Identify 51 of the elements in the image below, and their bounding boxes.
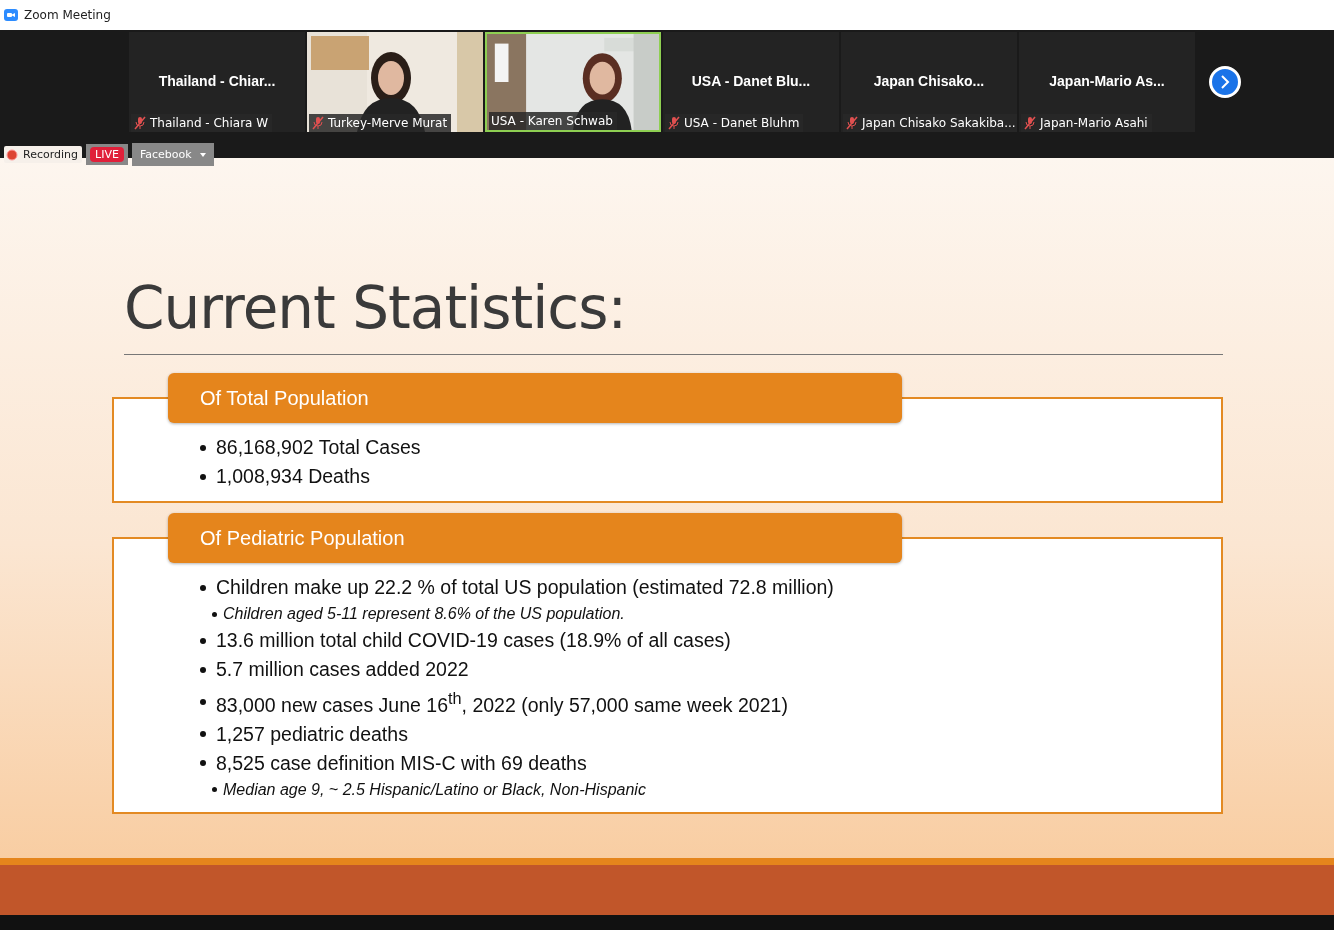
window-title: Zoom Meeting <box>24 8 111 22</box>
slide-title: Current Statistics: <box>124 274 627 342</box>
bullet-icon <box>200 637 206 644</box>
participant-label: Thailand - Chiara W <box>131 114 273 132</box>
participant-label: USA - Karen Schwab <box>489 112 617 130</box>
bullet-point: 5.7 million cases added 2022 <box>200 655 1221 684</box>
next-page-button[interactable] <box>1209 66 1241 98</box>
section-header: Of Pediatric Population <box>168 513 902 563</box>
bullet-icon <box>200 444 206 451</box>
bullet-icon <box>212 611 217 617</box>
bullet-icon <box>200 666 206 673</box>
participant-label: Turkey-Merve Murat <box>309 114 452 132</box>
bullet-icon <box>200 731 206 737</box>
participant-label: USA - Danet Bluhm <box>665 114 804 132</box>
bullet-point: 1,008,934 Deaths <box>200 462 1221 491</box>
bullet-point: Median age 9, ~ 2.5 Hispanic/Latino or Black, Non-Hispanic <box>212 777 1221 802</box>
participant-tile[interactable]: Turkey-Merve Murat <box>307 32 483 132</box>
muted-mic-icon <box>845 116 859 130</box>
bullet-point: 13.6 million total child COVID-19 cases (18.9% of all cases) <box>200 626 1221 655</box>
participant-name: Japan-Mario As... <box>1049 73 1165 89</box>
participant-name: Thailand - Chiar... <box>158 73 276 89</box>
participant-tile[interactable]: Japan Chisako... Japan Chisako Sakakiba... <box>841 32 1017 132</box>
section-header: Of Total Population <box>168 373 902 423</box>
participant-tile[interactable]: USA - Danet Blu... USA - Danet Bluhm <box>663 32 839 132</box>
chevron-right-icon <box>1219 75 1231 89</box>
video-camera-icon <box>4 8 18 22</box>
recording-indicator: Recording <box>4 146 83 163</box>
muted-mic-icon <box>1023 116 1037 130</box>
participant-name: USA - Danet Blu... <box>691 73 811 89</box>
bullet-point: Children aged 5-11 represent 8.6% of the US population. <box>212 602 1221 626</box>
participant-tile[interactable]: Thailand - Chiar... Thailand - Chiara W <box>129 32 305 132</box>
participant-tile[interactable]: USA - Karen Schwab <box>485 32 661 132</box>
muted-mic-icon <box>133 116 147 130</box>
bullet-icon <box>200 698 206 705</box>
participant-name: Japan Chisako... <box>873 73 985 89</box>
bullet-point: 83,000 new cases June 16$^{th}$, 2022 (only 57,000 same week 2021) <box>200 684 1221 720</box>
bullet-icon <box>200 473 206 480</box>
bullet-icon <box>212 787 217 792</box>
bullet-icon <box>200 760 206 766</box>
muted-mic-icon <box>667 116 681 130</box>
participant-tile[interactable]: Japan-Mario As... Japan-Mario Asahi <box>1019 32 1195 132</box>
muted-mic-icon <box>311 116 325 130</box>
bullet-point: 86,168,902 Total Cases <box>200 433 1221 462</box>
stream-target-dropdown[interactable]: Facebook <box>131 143 214 166</box>
bullet-point: Children make up 22.2 % of total US population (estimated 72.8 million) <box>200 573 1221 602</box>
participant-label: Japan-Mario Asahi <box>1021 114 1152 132</box>
participant-label: Japan Chisako Sakakiba... <box>843 114 1017 132</box>
bullet-point: 8,525 case definition MIS-C with 69 deaths <box>200 748 1221 778</box>
bullet-icon <box>200 584 206 591</box>
bullet-point: 1,257 pediatric deaths <box>200 719 1221 749</box>
live-badge: LIVE <box>90 147 124 162</box>
